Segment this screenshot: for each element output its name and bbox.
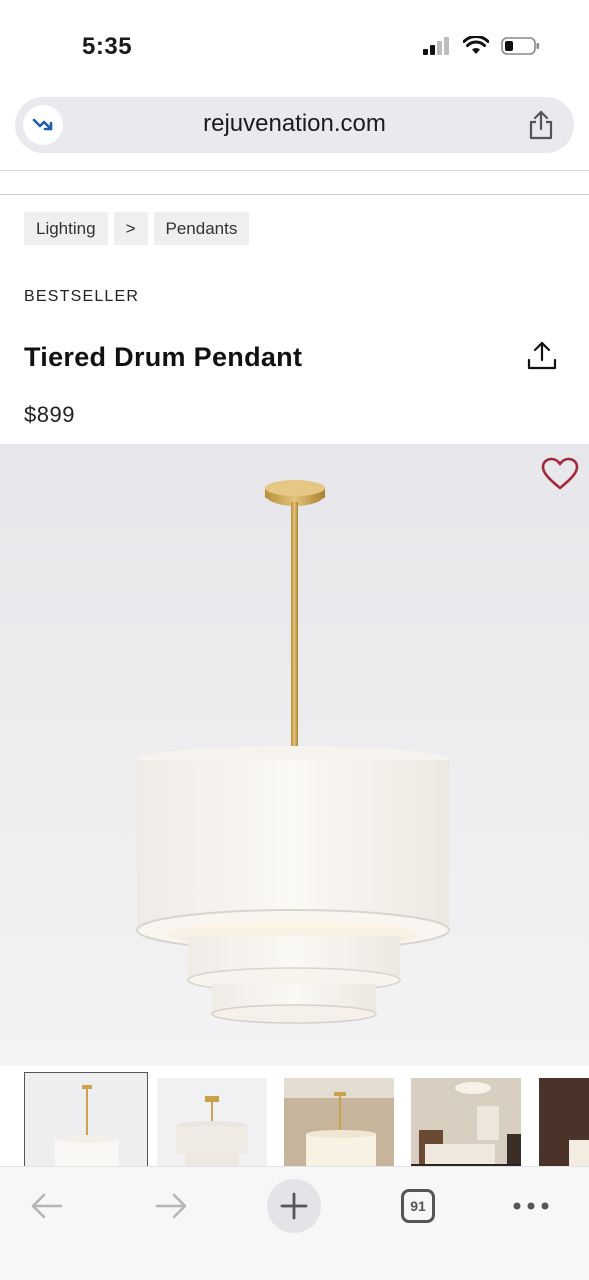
favorite-heart-icon[interactable] [541,457,579,496]
breadcrumb: Lighting > Pendants [24,212,250,245]
thumbnail-5[interactable] [539,1078,589,1166]
breadcrumb-pendants[interactable]: Pendants [153,212,250,245]
cellular-signal-icon [423,37,449,55]
forward-arrow-icon[interactable] [144,1179,198,1233]
new-tab-plus-icon[interactable] [267,1179,321,1233]
pendant-illustration [136,480,450,1024]
thumbnail-strip [0,1066,589,1166]
address-bar[interactable]: rejuvenation.com [15,97,574,153]
thumbnail-4[interactable] [411,1078,521,1166]
divider [0,170,589,171]
url-text[interactable]: rejuvenation.com [15,110,574,138]
new-tab-button[interactable] [267,1179,321,1233]
thumbnail-1[interactable] [24,1072,148,1166]
wifi-icon [463,36,489,54]
product-price: $899 [24,402,75,427]
breadcrumb-separator: > [113,212,148,245]
tabs-button[interactable]: 91 [391,1179,445,1233]
more-icon[interactable] [504,1179,558,1233]
status-time: 5:35 [82,33,133,60]
share-icon[interactable] [528,110,554,145]
product-image[interactable] [0,444,589,1066]
thumbnail-3[interactable] [284,1078,394,1166]
back-arrow-icon[interactable] [20,1179,74,1233]
tabs-icon[interactable]: 91 [401,1189,435,1223]
status-icons [423,36,541,56]
battery-icon [501,37,539,55]
status-bar: 5:35 [0,0,589,92]
thumbnail-2[interactable] [157,1078,267,1166]
bestseller-badge: BESTSELLER [24,288,140,305]
divider [0,194,589,195]
product-title: Tiered Drum Pendant [24,342,303,372]
breadcrumb-lighting[interactable]: Lighting [24,212,108,245]
share-icon[interactable] [526,340,558,377]
browser-toolbar: 91 [0,1166,589,1280]
